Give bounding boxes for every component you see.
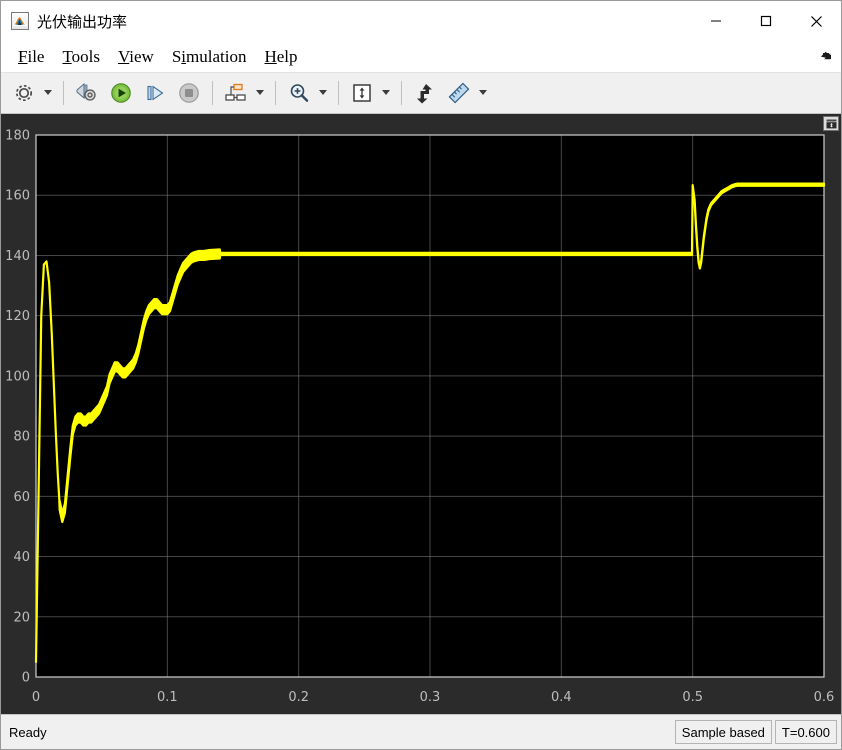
chevron-down-icon [255,90,264,95]
lock-axes-button[interactable] [409,77,441,109]
toolbar-separator [338,81,339,105]
x-axis-tick-label: 0.1 [157,690,178,705]
window-controls [691,1,841,41]
y-axis-tick-label: 0 [22,671,30,686]
simulation-time-indicator[interactable]: T=0.600 [774,720,837,744]
menu-item-help[interactable]: Help [255,45,306,69]
scope-display[interactable]: 0 20 40 60 80 100 120 140 160 180 0 0.1 0.2 0.3 0.4 0.5… [1,114,841,714]
stop-icon [179,83,199,103]
configuration-properties-button[interactable] [8,77,40,109]
close-button[interactable] [791,1,841,41]
menu-rest-help: elp [276,46,298,66]
menu-item-file[interactable]: File [9,45,53,69]
status-bar: Ready Sample based T=0.600 [1,714,841,749]
docking-arrow-icon[interactable] [819,49,833,63]
chevron-down-icon [381,90,390,95]
y-axis-tick-label: 120 [5,309,30,324]
stop-button[interactable] [173,77,205,109]
menu-item-view[interactable]: View [109,45,163,69]
window-title: 光伏输出功率 [37,12,128,31]
menu-rest-file: ile [27,46,45,66]
signal-blocks-icon [225,83,246,101]
signal-selection-button[interactable] [220,77,252,109]
ruler-measure-icon [448,82,470,104]
minimize-icon [711,20,721,22]
autoscale-dropdown[interactable] [379,79,392,107]
status-text: Ready [9,724,47,740]
y-axis-tick-label: 20 [13,610,30,625]
zoom-in-dropdown[interactable] [316,79,329,107]
autoscale-fit-icon [353,84,371,102]
x-axis-tick-label: 0.2 [288,690,309,705]
matlab-membrane-icon [11,12,29,30]
chevron-down-icon [43,90,52,95]
x-axis-tick-label: 0.3 [420,690,441,705]
x-axis-tick-label: 0.5 [682,690,703,705]
cursor-measurements-button[interactable] [443,77,475,109]
menu-mnemonic-tools: T [62,46,72,66]
menu-pre-simulation: S [171,46,182,66]
print-scope-icon [76,82,96,101]
chevron-down-icon [318,90,327,95]
y-axis-tick-label: 140 [5,249,30,264]
plot-canvas[interactable]: 0 20 40 60 80 100 120 140 160 180 0 0.1 0.2 0.3 0.4 0.5… [1,114,841,714]
menu-bar: File Tools View Simulation Help [1,41,841,73]
y-axis-tick-label: 40 [13,550,30,565]
chevron-down-icon [478,90,487,95]
run-button[interactable] [105,77,137,109]
step-forward-button[interactable] [139,77,171,109]
expand-axes-icon[interactable] [823,116,839,131]
y-axis-tick-label: 60 [13,490,30,505]
y-axis-tick-label: 100 [5,369,30,384]
minimize-button[interactable] [691,1,741,41]
zoom-in-magnifier-icon [290,84,309,102]
maximize-button[interactable] [741,1,791,41]
y-axis-tick-label: 160 [5,189,30,204]
toolbar-separator [275,81,276,105]
autoscale-button[interactable] [346,77,378,109]
y-axis-tick-label: 180 [5,129,30,144]
maximize-icon [760,15,772,27]
tool-bar [1,73,841,114]
frame-mode-indicator[interactable]: Sample based [674,720,772,744]
x-axis-tick-label: 0.4 [551,690,572,705]
x-axis-tick-label: 0 [32,690,40,705]
cursor-measurements-dropdown[interactable] [476,79,489,107]
toolbar-separator [63,81,64,105]
toolbar-separator [212,81,213,105]
menu-item-tools[interactable]: Tools [53,45,109,69]
step-forward-icon [147,85,164,101]
menu-rest-view: iew [129,46,154,66]
menu-rest-tools: ools [71,46,101,66]
print-button[interactable] [71,77,103,109]
lock-axes-arrow-icon [417,84,432,104]
menu-rest-simulation: mulation [186,46,247,66]
title-bar: 光伏输出功率 [1,1,841,41]
run-play-icon [111,83,131,103]
menu-mnemonic-view: V [118,46,130,66]
scope-window: 光伏输出功率 File Tools View Simulation Help 0… [0,0,842,750]
y-axis-tick-label: 80 [13,430,30,445]
toolbar-separator [401,81,402,105]
menu-item-simulation[interactable]: Simulation [163,45,256,69]
gear-icon [15,84,33,102]
signal-selection-dropdown[interactable] [253,79,266,107]
x-axis-tick-label: 0.6 [814,690,835,705]
zoom-in-button[interactable] [283,77,315,109]
menu-mnemonic-help: H [264,46,277,66]
close-icon [810,15,822,27]
configuration-properties-dropdown[interactable] [41,79,54,107]
status-indicators: Sample based T=0.600 [672,720,837,744]
